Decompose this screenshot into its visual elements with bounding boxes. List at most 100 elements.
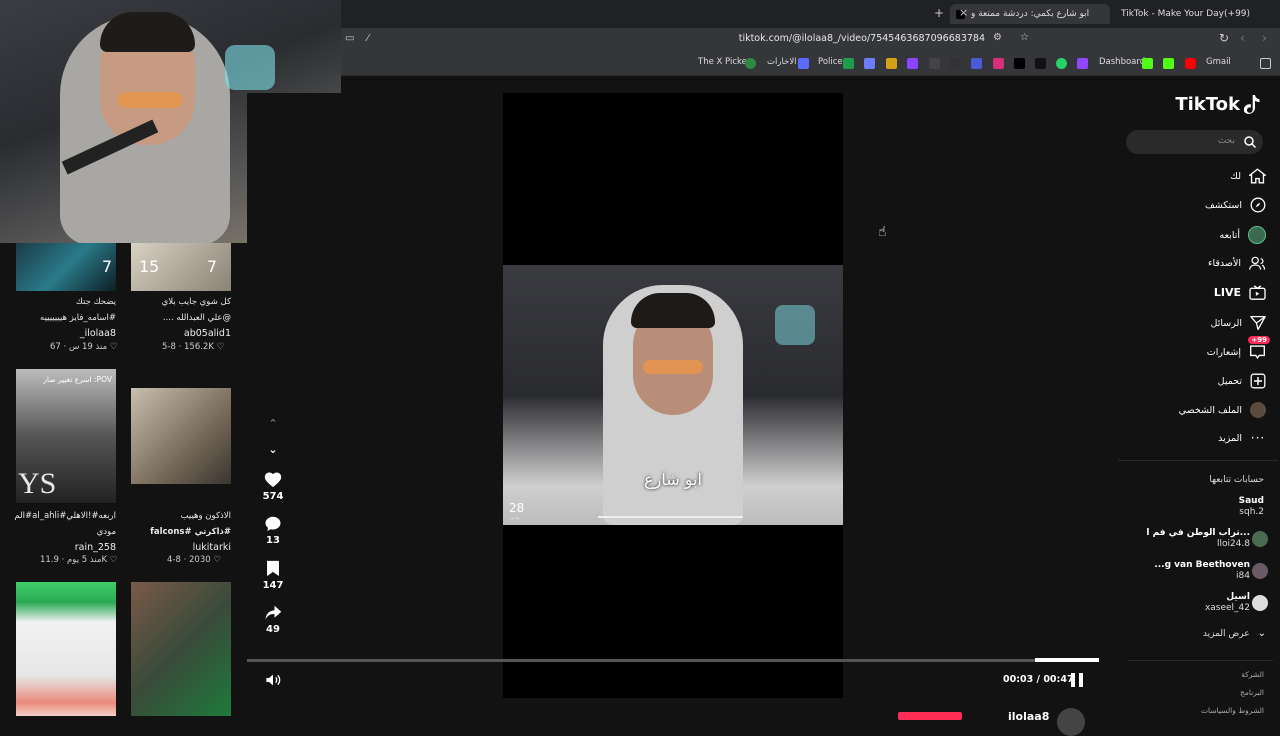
corner-label: ثواني xyxy=(510,515,521,521)
tiktok-icon[interactable] xyxy=(1014,58,1025,69)
instagram-icon[interactable] xyxy=(993,58,1004,69)
video-caption[interactable]: مودي xyxy=(97,527,116,537)
new-tab-button[interactable]: + xyxy=(934,6,944,20)
followed-account[interactable]: اسيل xaseel_42 xyxy=(1205,592,1250,614)
pause-button[interactable] xyxy=(1071,672,1083,691)
nav-profile[interactable]: الملف الشخصي xyxy=(1179,402,1266,418)
account-avatar[interactable] xyxy=(1252,531,1268,547)
close-tab-icon[interactable]: × xyxy=(959,6,968,19)
save-count: 147 xyxy=(262,580,284,591)
site-settings-icon[interactable]: ⚙ xyxy=(993,32,1002,43)
followed-account[interactable]: ...g van Beethoven i84 xyxy=(1154,560,1250,582)
followed-account[interactable]: تراب الوطن في فم ا... lloi24.8 xyxy=(1146,528,1250,550)
search-icon[interactable] xyxy=(1244,136,1256,148)
video-thumbnail[interactable] xyxy=(131,582,231,716)
nav-messages[interactable]: الرسائل xyxy=(1211,315,1266,331)
cast-icon[interactable]: ▭ xyxy=(345,33,354,44)
forward-icon[interactable]: › xyxy=(1262,31,1267,45)
prev-video-button[interactable]: ⌃ xyxy=(262,417,284,430)
video-timestamp: 00:03 / 00:47 xyxy=(1003,674,1074,685)
nav-following[interactable]: أتابعه xyxy=(1220,226,1266,244)
tab-title: ابو شارع بكمي: دردشة ممتعة و xyxy=(971,9,1090,19)
nav-for-you[interactable]: لك xyxy=(1230,168,1266,184)
decor-light xyxy=(225,45,275,90)
video-caption[interactable]: كل شوي جايب بلاي xyxy=(162,297,231,307)
video-caption[interactable]: يضحك جتك xyxy=(76,297,116,307)
video-thumbnail[interactable]: 7 15 xyxy=(131,243,231,291)
sheets-icon[interactable] xyxy=(843,58,854,69)
nav-notifications[interactable]: +99 إشعارات xyxy=(1207,336,1270,360)
youtube-icon[interactable] xyxy=(1185,58,1196,69)
comment-button[interactable]: 13 xyxy=(262,515,284,546)
video-caption[interactable]: #اسامه_فايز هيييييييه xyxy=(40,313,116,323)
video-thumbnail[interactable]: POV: اسرع تغيير صار YS xyxy=(16,369,116,503)
video-frame[interactable]: ابو شارع 28 ثواني xyxy=(503,265,843,525)
video-caption[interactable]: الاذكون وهييب xyxy=(181,511,231,521)
bookmark-x-picker[interactable]: The X Picker xyxy=(698,57,750,67)
author-name[interactable]: ilolaa8 xyxy=(1008,710,1049,723)
like-button[interactable]: 574 xyxy=(262,470,284,502)
browser-tab-active[interactable]: ابو شارع بكمي: دردشة ممتعة و xyxy=(950,4,1110,24)
bookmark-reports[interactable]: الاخارات xyxy=(767,57,797,67)
save-button[interactable]: 147 xyxy=(262,560,284,591)
divider xyxy=(1118,460,1278,461)
kick-icon[interactable] xyxy=(1163,58,1174,69)
volume-button[interactable] xyxy=(265,672,281,691)
bookmark-star-icon[interactable]: ☆ xyxy=(1020,32,1029,43)
translate-icon[interactable]: ⁄ xyxy=(367,33,369,44)
footer-link[interactable]: الشركة xyxy=(1241,670,1264,679)
followed-account[interactable]: Saud sqh.2 xyxy=(1239,496,1264,518)
video-caption[interactable]: @علي العبدالله .... xyxy=(163,313,231,323)
footer-link[interactable]: الشروط والسياسات xyxy=(1201,706,1264,715)
apps-grid-icon[interactable] xyxy=(1260,58,1271,69)
follow-button[interactable] xyxy=(898,712,962,720)
video-thumbnail[interactable] xyxy=(16,582,116,716)
bookmark-gmail[interactable]: Gmail xyxy=(1206,57,1231,67)
twitch-icon[interactable] xyxy=(1077,58,1088,69)
nav-explore[interactable]: استكشف xyxy=(1205,197,1266,213)
nav-friends[interactable]: الأصدقاء xyxy=(1208,256,1266,271)
bookmark-icon[interactable] xyxy=(886,58,897,69)
bookmark-icon[interactable] xyxy=(907,58,918,69)
see-more-button[interactable]: ⌄ عرض المزيد xyxy=(1203,628,1266,639)
video-caption[interactable]: #ذاكرتي #falcons xyxy=(150,527,231,537)
video-author[interactable]: _ilolaa8 xyxy=(80,328,116,339)
bookmark-icon[interactable] xyxy=(971,58,982,69)
video-author[interactable]: rain_258 xyxy=(75,542,116,553)
back-icon[interactable]: ‹ xyxy=(1240,31,1245,45)
video-thumbnail[interactable]: 7 xyxy=(16,243,116,291)
footer-link[interactable]: البرنامج xyxy=(1240,688,1264,697)
search-input[interactable]: بحث xyxy=(1126,130,1263,154)
bookmark-icon[interactable] xyxy=(950,58,961,69)
x-icon[interactable] xyxy=(1035,58,1046,69)
video-progress-track[interactable] xyxy=(247,659,1099,662)
tiktok-logo[interactable]: TikTok xyxy=(1175,94,1260,115)
account-avatar[interactable] xyxy=(1252,595,1268,611)
nav-live[interactable]: LIVE xyxy=(1214,285,1266,300)
bookmark-icon[interactable] xyxy=(929,58,940,69)
video-caption[interactable]: اربعه#!الاهلي#al_ahli#الم xyxy=(14,511,116,521)
whatsapp-icon[interactable] xyxy=(1056,58,1067,69)
browser-tab[interactable]: (99+)TikTok - Make Your Day xyxy=(1115,4,1275,24)
profile-icon xyxy=(1250,402,1266,418)
reload-icon[interactable]: ↻ xyxy=(1219,31,1229,45)
video-author[interactable]: lukitarki xyxy=(193,542,231,553)
bookmark-police[interactable]: Police xyxy=(818,57,843,67)
corner-counter: 28 xyxy=(509,501,525,515)
video-author[interactable]: ab05alid1 xyxy=(184,328,231,339)
author-avatar[interactable] xyxy=(1057,708,1085,736)
share-button[interactable]: 49 xyxy=(262,604,284,635)
decor-light xyxy=(775,305,815,345)
kick-icon[interactable] xyxy=(1142,58,1153,69)
thumbnail-badge: 15 xyxy=(139,257,160,276)
bookmark-dashboard[interactable]: Dashboard xyxy=(1099,57,1145,67)
url-field[interactable]: tiktok.com/@ilolaa8_/video/7545463687096… xyxy=(700,33,985,44)
heart-icon xyxy=(264,472,282,488)
next-video-button[interactable]: ⌄ xyxy=(262,443,284,456)
video-thumbnail[interactable] xyxy=(131,388,231,484)
account-avatar[interactable] xyxy=(1252,563,1268,579)
nav-more[interactable]: ··· المزيد xyxy=(1218,431,1266,445)
bookmark-icon[interactable] xyxy=(864,58,875,69)
video-progress-fill[interactable] xyxy=(1035,658,1099,662)
nav-upload[interactable]: تحميل xyxy=(1218,373,1266,389)
